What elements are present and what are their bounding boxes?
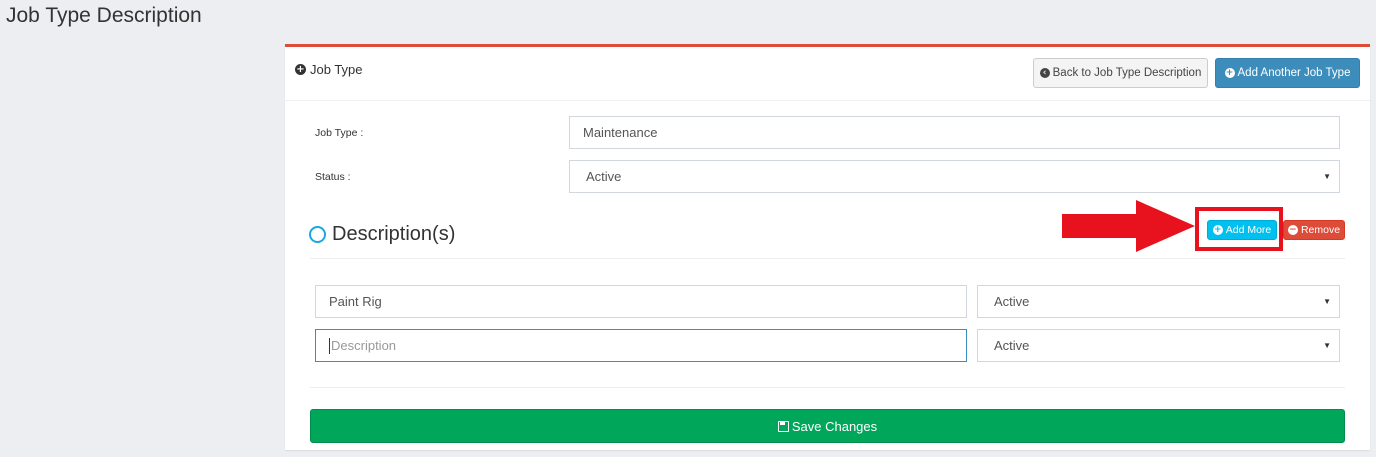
status-select[interactable]: Active [569,160,1340,193]
description-status-select[interactable]: Active [977,329,1340,362]
description-input[interactable]: Description [315,329,967,362]
panel-header: + Job Type ‹ Back to Job Type Descriptio… [285,47,1370,101]
text-caret [329,337,330,354]
arrow-left-circle-icon: ‹ [1039,68,1050,78]
divider [310,387,1345,388]
add-another-job-type-button[interactable]: + Add Another Job Type [1215,58,1360,88]
panel-heading-label: Job Type [310,62,363,77]
job-type-panel: + Job Type ‹ Back to Job Type Descriptio… [285,44,1370,450]
status-label: Status : [315,171,351,183]
descriptions-heading: Description(s) [309,223,455,246]
minus-circle-icon: − [1287,225,1298,235]
status-select-value: Active [586,169,622,184]
job-type-value: Maintenance [583,125,658,140]
back-to-job-type-description-button[interactable]: ‹ Back to Job Type Description [1033,58,1208,88]
red-arrow-annotation [1062,200,1195,252]
add-job-button-label: Add Another Job Type [1237,67,1351,79]
job-type-input[interactable]: Maintenance [569,116,1340,149]
descriptions-heading-label: Description(s) [332,223,456,245]
plus-circle-icon: + [1224,68,1235,78]
description-input[interactable]: Paint Rig [315,285,967,318]
highlight-annotation-box [1195,207,1283,251]
page-title: Job Type Description [6,4,202,27]
description-status-value: Active [994,338,1030,353]
floppy-disk-icon [777,420,789,432]
description-value: Paint Rig [329,294,382,309]
save-changes-button[interactable]: Save Changes [310,409,1345,443]
save-changes-label: Save Changes [791,418,878,434]
description-status-select[interactable]: Active [977,285,1340,318]
divider [310,258,1345,259]
remove-button[interactable]: − Remove [1283,220,1345,240]
job-type-label: Job Type : [315,127,364,139]
description-placeholder: Description [331,338,397,353]
plus-circle-icon: + [295,64,306,75]
circle-outline-icon [309,226,326,243]
back-button-label: Back to Job Type Description [1052,67,1202,79]
description-status-value: Active [994,294,1030,309]
remove-label: Remove [1300,224,1341,236]
panel-heading: + Job Type [295,62,363,77]
